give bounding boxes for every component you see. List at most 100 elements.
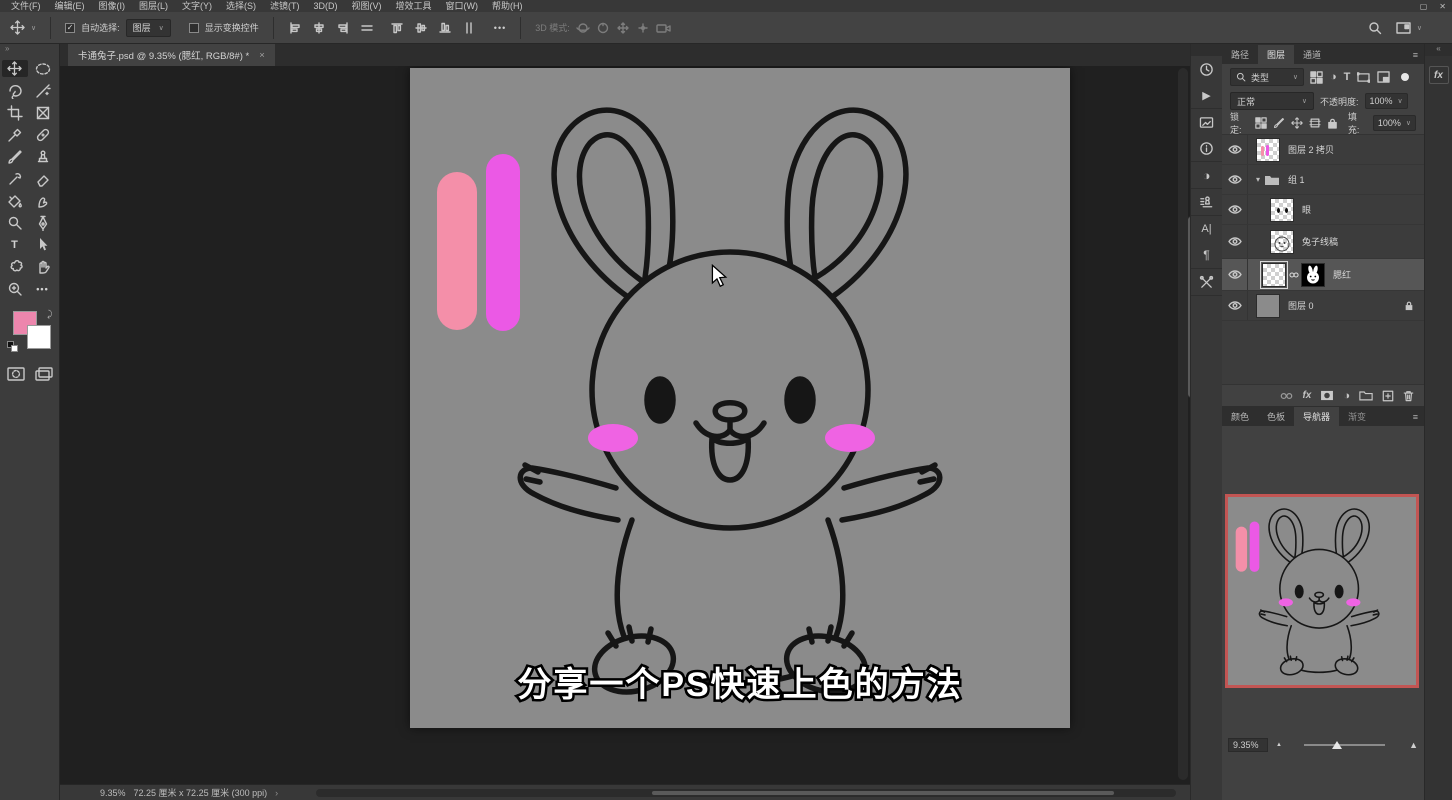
tab-swatches[interactable]: 色板 xyxy=(1258,407,1294,426)
layer-thumbnail[interactable] xyxy=(1270,230,1294,254)
blend-mode-dropdown[interactable]: 正常 ∨ xyxy=(1230,92,1314,110)
filter-toggle-button[interactable] xyxy=(1401,73,1409,81)
tool-zoom[interactable] xyxy=(2,280,28,297)
delete-layer-icon[interactable] xyxy=(1403,390,1414,402)
new-adjustment-layer-icon[interactable]: ◑ xyxy=(1343,390,1350,402)
zoom-in-icon[interactable]: ▲ xyxy=(1409,740,1418,750)
tool-marquee[interactable] xyxy=(30,60,56,77)
visibility-toggle[interactable] xyxy=(1222,135,1248,164)
3d-slide-icon[interactable] xyxy=(636,21,650,35)
3d-pan-icon[interactable] xyxy=(616,21,630,35)
menu-window[interactable]: 窗口(W) xyxy=(439,0,486,12)
adjustments-panel-button[interactable]: ◑ xyxy=(1198,167,1216,183)
canvas-area[interactable]: 分享一个PS快速上色的方法 xyxy=(60,66,1190,784)
menu-file[interactable]: 文件(F) xyxy=(4,0,48,12)
align-bottom-icon[interactable] xyxy=(438,21,452,35)
layer-thumbnail[interactable] xyxy=(1256,138,1280,162)
tab-gradients[interactable]: 渐变 xyxy=(1339,407,1375,426)
layer-row[interactable]: 兔子线稿 xyxy=(1222,225,1424,259)
tab-layers[interactable]: 图层 xyxy=(1258,45,1294,64)
layer-thumbnail[interactable] xyxy=(1262,263,1286,287)
show-transform-checkbox[interactable] xyxy=(189,23,199,33)
panel-menu-icon[interactable]: ≡ xyxy=(1413,412,1418,422)
tool-magic-wand[interactable] xyxy=(30,82,56,99)
fill-field[interactable]: 100% ∨ xyxy=(1373,115,1416,131)
new-group-icon[interactable] xyxy=(1359,390,1373,401)
status-zoom[interactable]: 9.35% xyxy=(100,788,126,798)
3d-orbit-icon[interactable] xyxy=(576,21,590,35)
paragraph-panel-button[interactable]: ¶ xyxy=(1198,247,1216,263)
panel-menu-icon[interactable]: ≡ xyxy=(1413,50,1418,60)
layer-thumbnail[interactable] xyxy=(1270,198,1294,222)
layer-row[interactable]: 图层 2 拷贝 xyxy=(1222,135,1424,165)
tool-clone-stamp[interactable] xyxy=(30,148,56,165)
tool-history-brush[interactable] xyxy=(2,170,28,187)
vertical-scrollbar[interactable] xyxy=(1178,68,1188,780)
menu-select[interactable]: 选择(S) xyxy=(219,0,263,12)
add-mask-icon[interactable] xyxy=(1320,390,1334,401)
layer-mask-thumbnail[interactable] xyxy=(1301,263,1325,287)
screen-mode-button[interactable] xyxy=(35,367,53,381)
auto-select-dropdown[interactable]: 图层 ∨ xyxy=(126,19,171,37)
tool-lasso[interactable] xyxy=(2,82,28,99)
tab-navigator[interactable]: 导航器 xyxy=(1294,407,1339,426)
distribute-h-icon[interactable] xyxy=(360,21,374,35)
navigator-zoom-field[interactable]: 9.35% xyxy=(1228,738,1268,752)
tool-preset-caret-icon[interactable]: ∨ xyxy=(31,24,36,32)
align-right-icon[interactable] xyxy=(336,21,350,35)
distribute-v-icon[interactable] xyxy=(462,21,476,35)
lock-artboard-icon[interactable] xyxy=(1309,117,1321,129)
layer-filter-dropdown[interactable]: 类型 ∨ xyxy=(1230,68,1304,86)
layer-row[interactable]: 图层 0 xyxy=(1222,291,1424,321)
group-expand-caret-icon[interactable]: ▾ xyxy=(1256,175,1260,184)
actions-panel-button[interactable]: ▶ xyxy=(1198,87,1216,103)
menu-edit[interactable]: 编辑(E) xyxy=(48,0,92,12)
tool-frame[interactable] xyxy=(30,104,56,121)
swap-colors-icon[interactable]: ⤸ xyxy=(47,309,52,320)
document-tab[interactable]: 卡通兔子.psd @ 9.35% (腮红, RGB/8#) * × xyxy=(68,44,275,66)
tab-paths[interactable]: 路径 xyxy=(1222,45,1258,64)
info-panel-button[interactable] xyxy=(1198,140,1216,156)
auto-select-checkbox[interactable] xyxy=(65,23,75,33)
clone-source-panel-button[interactable] xyxy=(1198,194,1216,210)
filter-pixel-icon[interactable] xyxy=(1310,71,1323,84)
layer-row[interactable]: 眼 xyxy=(1222,195,1424,225)
menu-view[interactable]: 视图(V) xyxy=(345,0,389,12)
filter-shape-icon[interactable] xyxy=(1357,72,1370,83)
tool-presets-panel-button[interactable] xyxy=(1198,274,1216,290)
visibility-toggle[interactable] xyxy=(1222,225,1248,258)
layer-name[interactable]: 腮红 xyxy=(1333,268,1351,281)
layer-row-selected[interactable]: 腮红 xyxy=(1222,259,1424,291)
navigator-proxy-view[interactable] xyxy=(1225,494,1419,688)
group-row[interactable]: ▾ 组 1 xyxy=(1222,165,1424,195)
menu-help[interactable]: 帮助(H) xyxy=(485,0,530,12)
tool-eraser[interactable] xyxy=(30,170,56,187)
status-chevron-icon[interactable]: › xyxy=(275,788,278,798)
tab-color[interactable]: 颜色 xyxy=(1222,407,1258,426)
zoom-slider-thumb[interactable] xyxy=(1332,741,1342,749)
tool-path-select[interactable] xyxy=(30,236,56,253)
align-left-icon[interactable] xyxy=(288,21,302,35)
horizontal-scrollbar-thumb[interactable] xyxy=(651,790,1115,796)
tool-type[interactable]: T xyxy=(2,236,28,253)
group-name[interactable]: 组 1 xyxy=(1288,173,1305,186)
layer-name[interactable]: 图层 0 xyxy=(1288,299,1314,312)
horizontal-scrollbar[interactable] xyxy=(316,789,1176,797)
background-color-swatch[interactable] xyxy=(27,325,51,349)
tool-pen[interactable] xyxy=(30,214,56,231)
search-icon[interactable] xyxy=(1368,21,1382,35)
lock-all-icon[interactable] xyxy=(1327,117,1338,129)
menu-type[interactable]: 文字(Y) xyxy=(175,0,219,12)
tool-eyedropper[interactable] xyxy=(2,126,28,143)
new-layer-icon[interactable] xyxy=(1382,390,1394,402)
align-center-h-icon[interactable] xyxy=(312,21,326,35)
visibility-toggle[interactable] xyxy=(1222,259,1248,290)
close-window-icon[interactable]: ✕ xyxy=(1439,2,1446,11)
visibility-toggle[interactable] xyxy=(1222,165,1248,194)
lock-position-icon[interactable] xyxy=(1291,117,1303,129)
close-tab-icon[interactable]: × xyxy=(259,50,265,61)
tool-crop[interactable] xyxy=(2,104,28,121)
align-middle-icon[interactable] xyxy=(414,21,428,35)
lock-transparent-icon[interactable] xyxy=(1255,117,1267,129)
visibility-toggle[interactable] xyxy=(1222,291,1248,320)
